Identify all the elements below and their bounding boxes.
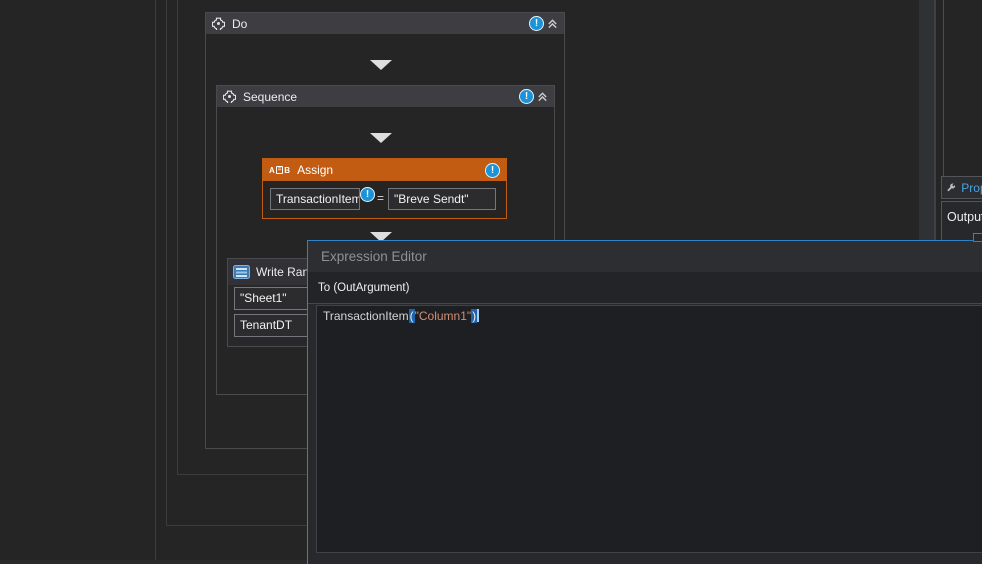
sequence-icon bbox=[212, 17, 225, 30]
collapse-chevron-icon[interactable] bbox=[537, 91, 548, 102]
do-activity-title: Do bbox=[232, 16, 248, 31]
sequence-activity-header[interactable]: Sequence ! bbox=[217, 86, 554, 107]
dialog-title: Expression Editor bbox=[308, 241, 982, 272]
properties-panel-header[interactable]: Properties bbox=[941, 176, 982, 199]
validation-error-icon[interactable]: ! bbox=[529, 16, 544, 31]
argument-label: To (OutArgument) bbox=[308, 272, 982, 304]
spreadsheet-icon bbox=[233, 265, 250, 279]
expression-identifier: TransactionItem bbox=[323, 309, 409, 323]
assign-activity-title: Assign bbox=[297, 163, 334, 177]
text-cursor bbox=[477, 309, 480, 322]
outer-container-border bbox=[155, 0, 156, 564]
validation-error-icon[interactable]: ! bbox=[519, 89, 534, 104]
output-section-label: Output bbox=[947, 210, 982, 224]
wrench-icon bbox=[947, 183, 956, 192]
assign-value-field[interactable]: "Breve Sendt" bbox=[388, 188, 496, 210]
workflow-designer: Do ! Sequence ! A = B Assign ! Transacti… bbox=[0, 0, 982, 564]
assign-to-field[interactable]: TransactionItem bbox=[270, 188, 360, 210]
field-validation-icon[interactable]: ! bbox=[360, 187, 375, 202]
properties-panel-border bbox=[943, 0, 944, 176]
flow-arrow-icon bbox=[370, 133, 392, 143]
canvas-bottom-edge bbox=[0, 560, 307, 564]
collapse-chevron-icon[interactable] bbox=[547, 18, 558, 29]
validation-error-icon[interactable]: ! bbox=[485, 162, 500, 178]
do-activity-header[interactable]: Do ! bbox=[206, 13, 564, 34]
equals-sign: = bbox=[377, 191, 385, 205]
canvas-scrollbar-track[interactable] bbox=[919, 0, 936, 240]
sequence-activity-title: Sequence bbox=[243, 89, 298, 104]
flow-arrow-icon bbox=[370, 60, 392, 70]
properties-title: Properties bbox=[961, 180, 982, 195]
expression-string-literal: "Column1" bbox=[414, 309, 472, 323]
assign-activity-header[interactable]: A = B Assign ! bbox=[263, 159, 506, 181]
assign-icon: A = B bbox=[269, 165, 291, 175]
expression-editor-dialog: Expression Editor To (OutArgument) Trans… bbox=[307, 240, 982, 564]
sequence-icon bbox=[223, 90, 236, 103]
expression-input[interactable]: TransactionItem("Column1") bbox=[316, 305, 982, 553]
dialog-border-notch bbox=[973, 233, 982, 242]
